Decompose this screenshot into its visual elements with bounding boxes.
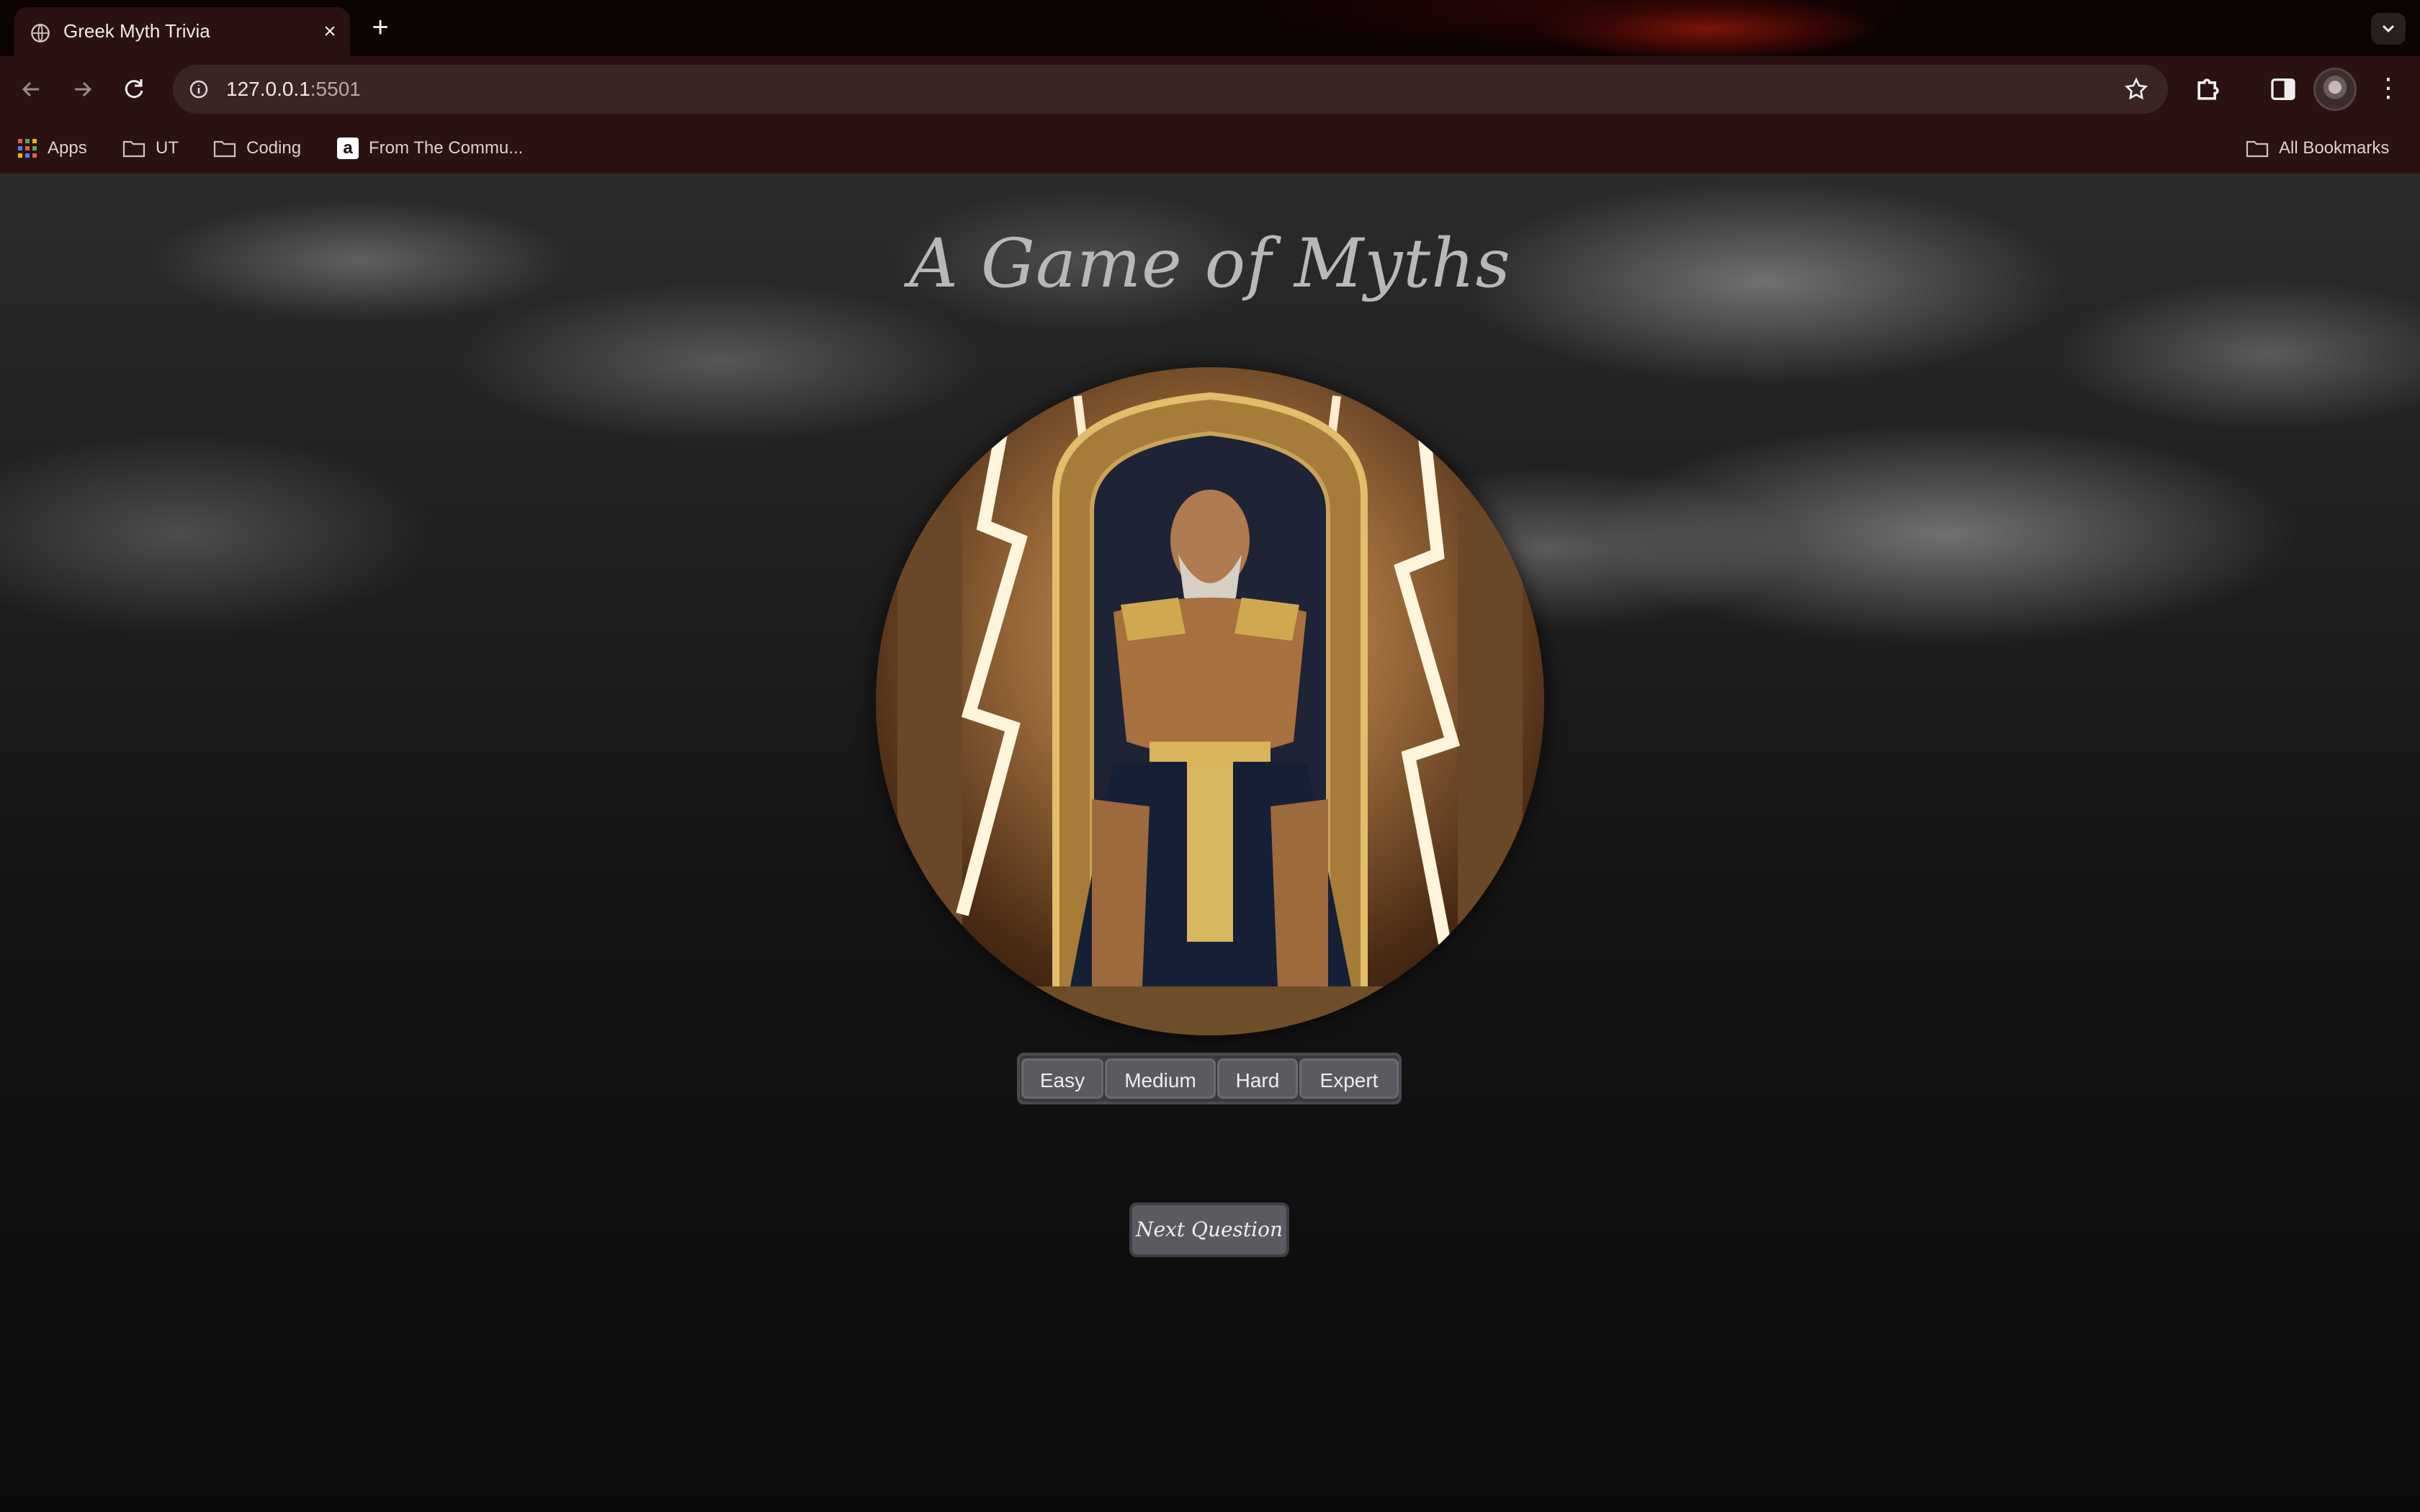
reload-icon[interactable] bbox=[117, 72, 151, 107]
bookmarks-bar: Apps UT Coding a From The Commu... All B… bbox=[0, 122, 2420, 174]
new-tab-button[interactable]: + bbox=[364, 13, 396, 45]
difficulty-selector: Easy Medium Hard Expert bbox=[1017, 1053, 1402, 1104]
bookmark-from-the-community[interactable]: a From The Commu... bbox=[337, 134, 523, 163]
url-port: :5501 bbox=[310, 78, 361, 100]
medium-button[interactable]: Medium bbox=[1105, 1058, 1216, 1099]
bookmark-folder-ut[interactable]: UT bbox=[122, 134, 179, 163]
toolbar: 127.0.0.1:5501 ⋮ bbox=[0, 56, 2420, 122]
profile-avatar[interactable] bbox=[2313, 68, 2357, 111]
bookmark-label: Coding bbox=[246, 138, 302, 158]
apps-grid-icon bbox=[18, 139, 37, 158]
globe-icon bbox=[31, 24, 50, 42]
close-icon[interactable]: × bbox=[315, 17, 344, 46]
folder-icon bbox=[122, 140, 145, 158]
expert-button[interactable]: Expert bbox=[1299, 1058, 1399, 1099]
side-panel-icon[interactable] bbox=[2269, 75, 2298, 104]
tab-strip: Greek Myth Trivia × + bbox=[0, 0, 2420, 56]
amazon-icon: a bbox=[337, 138, 359, 159]
back-arrow-icon[interactable] bbox=[14, 72, 49, 107]
star-icon[interactable] bbox=[2123, 76, 2149, 102]
page-title: A Game of Myths bbox=[909, 225, 1511, 303]
next-question-button[interactable]: Next Question bbox=[1129, 1202, 1289, 1257]
folder-icon bbox=[2246, 140, 2269, 158]
folder-icon bbox=[213, 140, 236, 158]
forward-arrow-icon[interactable] bbox=[65, 72, 99, 107]
all-bookmarks-button[interactable]: All Bookmarks bbox=[2246, 134, 2389, 163]
easy-button[interactable]: Easy bbox=[1021, 1058, 1103, 1099]
site-info-icon[interactable] bbox=[189, 79, 209, 99]
menu-kebab-icon[interactable]: ⋮ bbox=[2374, 73, 2403, 105]
url-host: 127.0.0.1 bbox=[226, 78, 310, 100]
hard-button[interactable]: Hard bbox=[1217, 1058, 1298, 1099]
bookmark-label: Apps bbox=[48, 138, 87, 158]
page-content: A Game of Myths Easy Medium Hard Expert … bbox=[0, 174, 2420, 1512]
zeus-illustration bbox=[897, 392, 1523, 1035]
address-bar[interactable]: 127.0.0.1:5501 bbox=[173, 65, 2168, 114]
bookmark-label: From The Commu... bbox=[369, 138, 524, 158]
url-text: 127.0.0.1:5501 bbox=[226, 78, 361, 101]
bookmark-label: UT bbox=[156, 138, 179, 158]
all-bookmarks-label: All Bookmarks bbox=[2279, 138, 2390, 158]
extensions-puzzle-icon[interactable] bbox=[2192, 73, 2224, 105]
browser-chrome: Greek Myth Trivia × + 127.0.0.1:5501 ⋮ A… bbox=[0, 0, 2420, 174]
bookmark-folder-coding[interactable]: Coding bbox=[213, 134, 301, 163]
tab-title: Greek Myth Trivia bbox=[63, 20, 210, 42]
zeus-throne-image bbox=[876, 367, 1544, 1035]
tab-active[interactable]: Greek Myth Trivia × bbox=[14, 7, 350, 56]
chevron-down-icon bbox=[2382, 24, 2395, 33]
tab-search-button[interactable] bbox=[2371, 13, 2406, 45]
bookmark-apps[interactable]: Apps bbox=[17, 134, 87, 163]
